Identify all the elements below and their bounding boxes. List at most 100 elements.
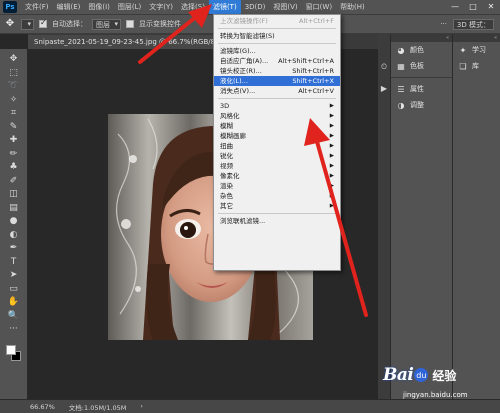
panel-tab-adjustments[interactable]: ◑ 调整 xyxy=(391,97,452,113)
filter-menu-item[interactable]: 其它 ▶ xyxy=(214,201,340,211)
panel-tab-swatches[interactable]: ▦ 色板 xyxy=(391,58,452,74)
filter-menu-item-shortcut: Shift+Ctrl+X xyxy=(292,77,334,85)
menu-bar: Ps 文件(F) 编辑(E) 图像(I) 图层(L) 文字(Y) 选择(S) 滤镜(T) 3D… xyxy=(0,0,500,14)
more-options-icon[interactable]: ··· xyxy=(440,20,447,28)
options-right: ··· 3D 模式： xyxy=(440,18,500,30)
history-icon[interactable]: ⏲ xyxy=(381,62,387,72)
pen-icon[interactable]: ✒ xyxy=(4,242,24,255)
maximize-button[interactable]: □ xyxy=(464,0,482,14)
filter-menu-item-shortcut: Alt+Shift+Ctrl+A xyxy=(278,57,334,65)
menu-item-10[interactable]: 帮助(H) xyxy=(336,0,369,14)
move-icon[interactable]: ✥ xyxy=(4,53,24,66)
panel-collapse-bar[interactable]: « xyxy=(391,34,452,42)
dodge-icon[interactable]: ◐ xyxy=(4,229,24,242)
stamp-icon[interactable]: ♣ xyxy=(4,161,24,174)
submenu-arrow-icon: ▶ xyxy=(329,103,334,109)
menu-item-5[interactable]: 选择(S) xyxy=(177,0,209,14)
show-transform-checkbox[interactable] xyxy=(126,20,134,28)
type-icon[interactable]: T xyxy=(4,256,24,269)
filter-menu-item[interactable]: 杂色 ▶ xyxy=(214,191,340,201)
close-button[interactable]: ✕ xyxy=(482,0,500,14)
menu-item-0[interactable]: 文件(F) xyxy=(21,0,53,14)
panel-column-learn: « ✦ 学习 ❏ 库 xyxy=(452,34,500,399)
watermark-url: jingyan.baidu.com xyxy=(403,391,468,399)
auto-select-label: 自动选择： xyxy=(52,20,87,28)
panel-collapse-bar[interactable]: « xyxy=(453,34,500,42)
filter-menu-item[interactable]: 3D ▶ xyxy=(214,101,340,111)
panel-tab-label: 调整 xyxy=(410,101,424,109)
zoom-icon[interactable]: 🔍 xyxy=(4,310,24,323)
minimize-button[interactable]: — xyxy=(446,0,464,14)
panel-separator xyxy=(391,74,452,78)
history-brush-icon[interactable]: ✐ xyxy=(4,175,24,188)
healing-icon[interactable]: ✚ xyxy=(4,134,24,147)
lasso-icon[interactable]: ➰ xyxy=(4,80,24,93)
move-tool-icon[interactable]: ✥ xyxy=(4,18,16,30)
filter-menu-item-label: 杂色 xyxy=(220,192,233,200)
panel-tab-label: 库 xyxy=(472,62,479,70)
filter-menu-item-label: 扭曲 xyxy=(220,142,233,150)
eraser-icon[interactable]: ◫ xyxy=(4,188,24,201)
filter-menu-item[interactable]: 转换为智能滤镜(S) xyxy=(214,31,340,41)
filter-menu-item[interactable]: 滤镜库(G)... xyxy=(214,46,340,56)
hand-icon[interactable]: ✋ xyxy=(4,296,24,309)
library-icon: ❏ xyxy=(459,61,467,71)
document-tab[interactable]: Snipaste_2021-05-19_09-23-45.jpg @ 66.7%… xyxy=(28,35,230,49)
foreground-color-swatch[interactable] xyxy=(5,344,16,355)
filter-menu-item-label: 消失点(V)... xyxy=(220,87,256,95)
filter-menu-item[interactable]: 锐化 ▶ xyxy=(214,151,340,161)
auto-select-dropdown[interactable]: 图层 xyxy=(92,18,121,30)
play-icon[interactable]: ▶ xyxy=(381,84,387,93)
panel-tab-learn[interactable]: ✦ 学习 xyxy=(453,42,500,58)
brush-icon[interactable]: ✏ xyxy=(4,148,24,161)
color-swatches xyxy=(4,343,24,365)
submenu-arrow-icon: ▶ xyxy=(329,143,334,149)
zoom-level[interactable]: 66.67% xyxy=(30,403,55,411)
filter-menu-item[interactable]: 自适应广角(A)... Alt+Shift+Ctrl+A xyxy=(214,56,340,66)
path-select-icon[interactable]: ➤ xyxy=(4,269,24,282)
filter-menu-item-label: 渲染 xyxy=(220,182,233,190)
filter-menu-item[interactable]: 模糊画廊 ▶ xyxy=(214,131,340,141)
rectangle-icon[interactable]: ▭ xyxy=(4,283,24,296)
filter-menu-item[interactable]: 渲染 ▶ xyxy=(214,181,340,191)
filter-menu-item[interactable]: 风格化 ▶ xyxy=(214,111,340,121)
menu-item-8[interactable]: 视图(V) xyxy=(269,0,301,14)
menu-item-9[interactable]: 窗口(W) xyxy=(302,0,336,14)
panel-tab-label: 颜色 xyxy=(410,46,424,54)
watermark-bai-text: Bai xyxy=(383,365,414,385)
quick-select-icon[interactable]: ✧ xyxy=(4,94,24,107)
filter-menu-item[interactable]: 消失点(V)... Alt+Ctrl+V xyxy=(214,86,340,96)
marquee-icon[interactable]: ⬚ xyxy=(4,67,24,80)
crop-icon[interactable]: ⌗ xyxy=(4,107,24,120)
show-transform-label: 显示变换控件 xyxy=(139,20,181,28)
status-menu-arrow[interactable]: › xyxy=(140,403,142,410)
tool-preset-picker[interactable] xyxy=(21,18,34,30)
panel-tab-library[interactable]: ❏ 库 xyxy=(453,58,500,74)
blur-icon[interactable]: ● xyxy=(4,215,24,228)
menu-item-7[interactable]: 3D(D) xyxy=(241,0,270,14)
filter-menu-item[interactable]: 视频 ▶ xyxy=(214,161,340,171)
menu-item-6[interactable]: 滤镜(T) xyxy=(208,0,241,14)
menu-item-1[interactable]: 编辑(E) xyxy=(53,0,85,14)
more-icon[interactable]: ··· xyxy=(4,323,24,336)
panel-tab-properties[interactable]: ☰ 属性 xyxy=(391,81,452,97)
color-wheel-icon: ◕ xyxy=(397,45,405,55)
filter-menu-item[interactable]: 镜头校正(R)... Shift+Ctrl+R xyxy=(214,66,340,76)
filter-menu-item[interactable]: 像素化 ▶ xyxy=(214,171,340,181)
filter-menu-item[interactable]: 模糊 ▶ xyxy=(214,121,340,131)
filter-menu-item[interactable]: 液化(L)... Shift+Ctrl+X xyxy=(214,76,340,86)
gradient-icon[interactable]: ▤ xyxy=(4,202,24,215)
properties-icon: ☰ xyxy=(397,84,405,94)
menu-item-3[interactable]: 图层(L) xyxy=(114,0,145,14)
filter-menu-dropdown: 上次滤镜操作(F) Alt+Ctrl+F 转换为智能滤镜(S) 滤镜库(G)... 自适… xyxy=(213,14,341,271)
filter-menu-item[interactable]: 浏览联机滤镜... xyxy=(214,216,340,226)
filter-menu-item[interactable]: 扭曲 ▶ xyxy=(214,141,340,151)
panel-tab-color-wheel[interactable]: ◕ 颜色 xyxy=(391,42,452,58)
adjustments-icon: ◑ xyxy=(397,100,405,110)
eyedropper-icon[interactable]: ✎ xyxy=(4,121,24,134)
document-size: 文档:1.05M/1.05M xyxy=(68,403,127,412)
filter-menu-item: 上次滤镜操作(F) Alt+Ctrl+F xyxy=(214,16,340,26)
menu-item-4[interactable]: 文字(Y) xyxy=(145,0,177,14)
menu-item-2[interactable]: 图像(I) xyxy=(84,0,114,14)
auto-select-checkbox[interactable] xyxy=(39,18,47,28)
